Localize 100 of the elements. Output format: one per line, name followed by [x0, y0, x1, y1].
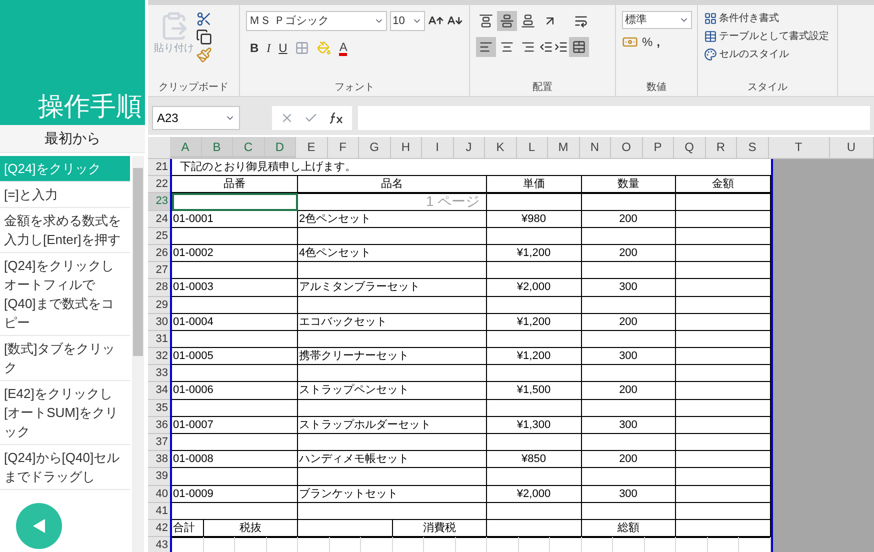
row-number[interactable]: 33: [148, 365, 170, 382]
column-header[interactable]: T: [768, 137, 830, 158]
table-cell: 品番: [172, 176, 298, 194]
group-label: フォント: [334, 81, 376, 95]
row-number[interactable]: 39: [148, 468, 170, 486]
row-number[interactable]: 43: [148, 537, 170, 552]
table-cell: 金額: [676, 176, 770, 194]
row-number[interactable]: 38: [148, 451, 170, 468]
row-number[interactable]: 40: [148, 486, 170, 503]
table-cell: エコバックセット: [298, 314, 487, 331]
column-header[interactable]: O: [611, 137, 642, 158]
sidebar-title: 操作手順: [38, 93, 142, 119]
scroll-thumb[interactable]: [133, 168, 143, 356]
row-number[interactable]: 21: [148, 159, 170, 176]
column-header[interactable]: R: [706, 137, 737, 158]
restart-button[interactable]: 最初から: [0, 125, 145, 153]
percent-button[interactable]: %: [642, 33, 653, 51]
row-number[interactable]: 26: [148, 244, 170, 262]
left-triangle-icon: [32, 518, 46, 534]
table-cell: 01-0001: [172, 210, 298, 228]
table-cell: 下記のとおり御見積申し上げます。: [172, 159, 770, 176]
vertical-align-icon[interactable]: [497, 11, 517, 31]
row-number[interactable]: 27: [148, 262, 170, 280]
table-cell: 携帯クリーナーセット: [298, 348, 487, 366]
table-cell: ハンディメモ帳セット: [298, 451, 487, 468]
row-number[interactable]: 32: [148, 348, 170, 366]
column-header[interactable]: H: [390, 137, 422, 158]
column-header[interactable]: G: [359, 137, 390, 158]
comma-button[interactable]: ,: [656, 33, 660, 51]
row-number[interactable]: 25: [148, 228, 170, 245]
style-menu-button[interactable]: セルのスタイル: [704, 47, 831, 62]
copy-icon[interactable]: [196, 29, 212, 45]
table-cell: 税抜: [204, 520, 298, 538]
table-cell: ¥1,200: [487, 244, 582, 262]
fill-color-icon[interactable]: [317, 41, 332, 55]
horizontal-align-icon[interactable]: [476, 37, 496, 57]
table-cell: 01-0009: [172, 486, 298, 503]
number-format-field[interactable]: 標準: [622, 11, 692, 29]
column-header[interactable]: C: [233, 137, 264, 158]
row-number[interactable]: 30: [148, 314, 170, 331]
table-cell: ストラップホルダーセット: [298, 416, 487, 434]
row-number[interactable]: 23: [148, 193, 170, 211]
underline-button[interactable]: U: [278, 39, 288, 57]
column-header[interactable]: S: [737, 137, 768, 158]
function-icon[interactable]: [328, 112, 344, 124]
scrollbar[interactable]: [132, 156, 144, 552]
table-cell: 300: [582, 279, 676, 296]
style-icon: [704, 30, 717, 43]
column-header[interactable]: F: [328, 137, 359, 158]
table-cell: 01-0004: [172, 314, 298, 331]
name-box[interactable]: A23: [152, 106, 240, 130]
cancel-icon[interactable]: [280, 111, 294, 125]
table-cell: 300: [582, 416, 676, 434]
row-number[interactable]: 37: [148, 434, 170, 452]
merge-icon[interactable]: [569, 37, 589, 57]
column-header[interactable]: M: [548, 137, 580, 158]
table-cell: アルミタンブラーセット: [298, 279, 487, 296]
column-header[interactable]: P: [642, 137, 674, 158]
column-header[interactable]: J: [454, 137, 485, 158]
formula-input[interactable]: [358, 106, 870, 130]
row-number[interactable]: 28: [148, 279, 170, 296]
row-number[interactable]: 22: [148, 176, 170, 194]
wrap-text-icon[interactable]: [574, 14, 588, 28]
table-cell: 01-0006: [172, 382, 298, 400]
row-number[interactable]: 41: [148, 502, 170, 520]
scissors-icon[interactable]: [196, 11, 212, 27]
font-size-field[interactable]: 10: [390, 11, 426, 31]
column-header[interactable]: D: [264, 137, 296, 158]
table-cell: ¥1,500: [487, 382, 582, 400]
row-number[interactable]: 24: [148, 210, 170, 228]
row-number[interactable]: 34: [148, 382, 170, 400]
bold-button[interactable]: B: [250, 39, 259, 57]
table-cell: 01-0002: [172, 244, 298, 262]
table-cell: ストラップペンセット: [298, 382, 487, 400]
column-header[interactable]: U: [830, 137, 874, 158]
group-label: 数値: [646, 81, 668, 95]
column-header[interactable]: A: [170, 137, 202, 158]
table-cell: ¥2,000: [487, 486, 582, 503]
font-name-field[interactable]: ＭＳ Ｐゴシック: [246, 11, 387, 31]
row-number[interactable]: 35: [148, 400, 170, 417]
indent-increase-icon[interactable]: [554, 40, 568, 54]
table-cell: 200: [582, 210, 676, 228]
font-color-button[interactable]: A: [339, 40, 348, 56]
column-header[interactable]: E: [296, 137, 328, 158]
column-header[interactable]: L: [516, 137, 548, 158]
row-number[interactable]: 36: [148, 416, 170, 434]
style-menu-button[interactable]: テーブルとして書式設定: [704, 29, 831, 44]
italic-button[interactable]: I: [266, 39, 271, 57]
indent-decrease-icon[interactable]: [539, 40, 553, 54]
table-cell: 300: [582, 348, 676, 366]
row-number[interactable]: 42: [148, 520, 170, 538]
column-header[interactable]: N: [580, 137, 611, 158]
column-header[interactable]: I: [422, 137, 454, 158]
column-header[interactable]: K: [485, 137, 516, 158]
column-header[interactable]: Q: [674, 137, 706, 158]
row-number[interactable]: 29: [148, 296, 170, 314]
style-icon: [704, 48, 717, 61]
column-header[interactable]: B: [202, 137, 233, 158]
style-menu-button[interactable]: 条件付き書式: [704, 11, 831, 26]
row-number[interactable]: 31: [148, 330, 170, 348]
